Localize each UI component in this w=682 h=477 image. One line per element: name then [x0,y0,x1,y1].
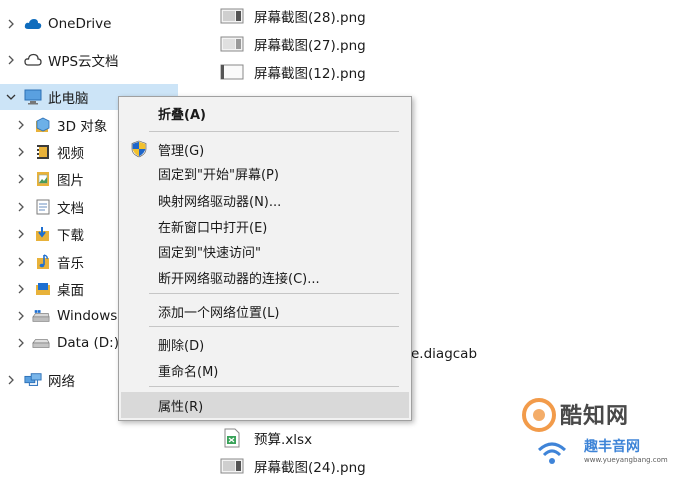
menu-label: 映射网络驱动器(N)... [158,194,282,210]
drive-icon [32,334,50,352]
menu-item-collapse[interactable]: 折叠(A) [119,101,411,125]
desktop-folder-icon [34,280,52,298]
nav-label: Windows [57,308,118,324]
video-folder-icon [34,143,52,161]
chevron-right-icon[interactable] [14,336,28,350]
network-icon [24,371,42,389]
image-file-icon [220,457,244,475]
menu-item-open-new-window[interactable]: 在新窗口中打开(E) [119,214,411,238]
menu-label: 在新窗口中打开(E) [158,220,268,236]
watermark-wifi-icon [536,436,568,468]
nav-label: 网络 [48,374,75,390]
chevron-right-icon[interactable] [14,282,28,296]
chevron-right-icon[interactable] [14,145,28,159]
file-row[interactable]: 屏幕截图(28).png [220,5,366,27]
menu-separator [149,326,399,327]
file-name: 屏幕截图(28).png [254,10,366,26]
menu-item-delete[interactable]: 删除(D) [119,332,411,356]
nav-label: 下载 [57,228,84,244]
chevron-right-icon[interactable] [14,227,28,241]
nav-label: 视频 [57,146,84,162]
chevron-right-icon[interactable] [4,373,18,387]
file-row[interactable]: 屏幕截图(12).png [220,61,366,83]
file-name: 屏幕截图(27).png [254,38,366,54]
watermark-logo-icon [520,396,558,434]
menu-item-map-network-drive[interactable]: 映射网络驱动器(N)... [119,188,411,212]
music-folder-icon [34,253,52,271]
menu-item-pin-to-start[interactable]: 固定到"开始"屏幕(P) [119,161,411,185]
nav-label: 此电脑 [48,91,89,107]
nav-label: 文档 [57,201,84,217]
documents-folder-icon [34,198,52,216]
file-row[interactable]: 预算.xlsx [220,427,312,449]
file-name: e.diagcab [411,346,478,362]
nav-item-onedrive[interactable]: OneDrive [0,11,178,37]
menu-item-rename[interactable]: 重命名(M) [119,358,411,382]
chevron-right-icon[interactable] [4,17,18,31]
downloads-folder-icon [34,225,52,243]
file-name: 屏幕截图(24).png [254,460,366,476]
nav-label: 图片 [57,173,84,189]
menu-label: 折叠(A) [158,107,206,123]
menu-item-disconnect-network-drive[interactable]: 断开网络驱动器的连接(C)... [119,265,411,289]
file-row[interactable]: e.diagcab [411,343,477,365]
nav-label: 音乐 [57,256,84,272]
menu-item-properties[interactable]: 属性(R) [121,392,409,418]
watermark-brand: 酷知网 [560,404,630,429]
menu-label: 重命名(M) [158,364,219,380]
chevron-right-icon[interactable] [14,172,28,186]
menu-separator [149,131,399,132]
menu-label: 断开网络驱动器的连接(C)... [158,271,320,287]
file-name: 预算.xlsx [254,432,313,448]
menu-separator [149,386,399,387]
system-drive-icon [32,307,50,325]
cube-folder-icon [34,116,52,134]
menu-item-pin-quick-access[interactable]: 固定到"快速访问" [119,239,411,263]
nav-label: WPS云文档 [48,54,119,70]
pictures-folder-icon [34,170,52,188]
shield-icon [130,140,148,158]
menu-label: 固定到"开始"屏幕(P) [158,167,279,183]
cloud-icon [24,15,42,33]
menu-item-add-network-location[interactable]: 添加一个网络位置(L) [119,299,411,323]
menu-label: 添加一个网络位置(L) [158,305,280,321]
chevron-right-icon[interactable] [4,53,18,67]
computer-icon [24,88,42,106]
menu-label: 属性(R) [158,399,204,415]
nav-label: 3D 对象 [57,119,108,135]
chevron-right-icon[interactable] [14,118,28,132]
chevron-right-icon[interactable] [14,200,28,214]
excel-file-icon [220,428,244,448]
file-row[interactable]: 屏幕截图(27).png [220,33,366,55]
chevron-right-icon[interactable] [14,309,28,323]
menu-item-manage[interactable]: 管理(G) [119,137,411,161]
nav-label: 桌面 [57,283,84,299]
image-file-icon [220,63,244,81]
watermark-site: 趣丰音网 [584,439,640,455]
nav-label: OneDrive [48,16,112,32]
file-row[interactable]: 屏幕截图(24).png [220,455,366,477]
chevron-right-icon[interactable] [14,255,28,269]
watermark-url: www.yueyangbang.com [584,456,668,464]
menu-label: 删除(D) [158,338,205,354]
cloud-outline-icon [24,51,42,69]
image-file-icon [220,35,244,53]
image-file-icon [220,7,244,25]
nav-item-wps-cloud[interactable]: WPS云文档 [0,47,178,73]
chevron-down-icon[interactable] [4,90,18,104]
menu-label: 固定到"快速访问" [158,245,261,261]
menu-separator [149,293,399,294]
context-menu: 折叠(A) 管理(G) 固定到"开始"屏幕(P) 映射网络驱动器(N)... 在… [118,96,412,421]
file-name: 屏幕截图(12).png [254,66,366,82]
menu-label: 管理(G) [158,143,205,159]
nav-label: Data (D:) [57,335,120,351]
